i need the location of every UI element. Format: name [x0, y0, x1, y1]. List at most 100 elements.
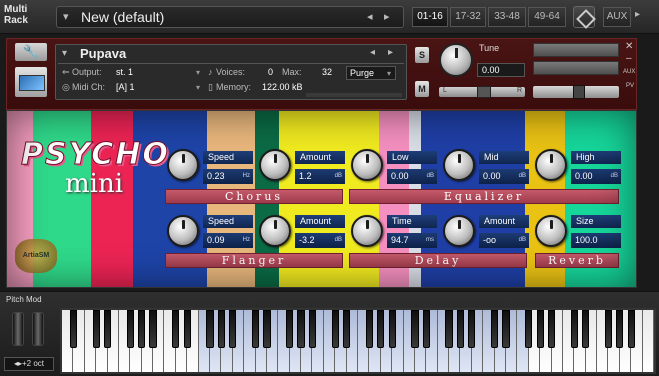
black-key[interactable] — [251, 310, 260, 348]
black-key[interactable] — [490, 310, 499, 348]
eq-high-knob[interactable] — [535, 149, 567, 181]
reverb-size-value[interactable]: 100.0 — [571, 233, 621, 248]
black-key[interactable] — [297, 310, 305, 348]
black-key[interactable] — [582, 310, 590, 348]
output-value[interactable]: st. 1 — [116, 67, 133, 77]
output-dropdown-icon[interactable]: ▾ — [196, 68, 200, 77]
delay-amount-knob[interactable] — [443, 215, 475, 247]
black-key[interactable] — [229, 310, 237, 348]
flanger-amount-value[interactable]: -3.2 dB — [295, 233, 345, 248]
black-key[interactable] — [342, 310, 351, 348]
flanger-speed-value[interactable]: 0.09 Hz — [203, 233, 253, 248]
aux-mini-button[interactable]: AUX — [623, 69, 635, 75]
black-key[interactable] — [502, 310, 510, 348]
psycho-mini-panel: PSYCHO mini ArtiaSM Speed 0.23 Hz Amount … — [6, 110, 637, 288]
black-key[interactable] — [183, 310, 191, 348]
black-key[interactable] — [69, 310, 78, 348]
black-key[interactable] — [206, 310, 214, 348]
chorus-amount-knob[interactable] — [259, 149, 291, 181]
rack-preset-selector[interactable]: ▾ New (default) ◂ ▸ — [56, 6, 404, 28]
chorus-speed-knob[interactable] — [167, 149, 199, 181]
white-key[interactable] — [642, 310, 654, 372]
black-key[interactable] — [456, 310, 465, 348]
black-key[interactable] — [627, 310, 635, 348]
snapshot-icon[interactable] — [573, 6, 595, 28]
black-key[interactable] — [365, 310, 374, 348]
minimize-icon[interactable]: – — [626, 53, 632, 64]
flanger-speed-knob[interactable] — [167, 215, 199, 247]
preset-prev-icon[interactable]: ◂ — [367, 10, 373, 23]
black-key[interactable] — [172, 310, 180, 348]
multi-rack-label: Multi Rack — [4, 4, 48, 26]
mod-wheel[interactable] — [32, 312, 44, 346]
black-key[interactable] — [388, 310, 396, 348]
chorus-section-title: Chorus — [165, 189, 343, 204]
aux-arrow-icon[interactable]: ▸ — [635, 9, 640, 20]
instrument-name[interactable]: Pupava — [80, 46, 126, 61]
black-key[interactable] — [468, 310, 476, 348]
page-tab-49-64[interactable]: 49-64 — [528, 7, 566, 27]
preset-next-icon[interactable]: ▸ — [384, 10, 390, 23]
aux-button[interactable]: AUX — [603, 7, 631, 27]
black-key[interactable] — [604, 310, 613, 348]
black-key[interactable] — [536, 310, 544, 348]
black-key[interactable] — [616, 310, 624, 348]
eq-mid-value[interactable]: 0.00 dB — [479, 169, 529, 184]
eq-low-value[interactable]: 0.00 dB — [387, 169, 437, 184]
chorus-amount-label: Amount — [295, 151, 345, 164]
delay-time-value[interactable]: 94.7 ms — [387, 233, 437, 248]
page-tab-33-48[interactable]: 33-48 — [488, 7, 526, 27]
black-key[interactable] — [217, 310, 226, 348]
black-key[interactable] — [445, 310, 453, 348]
black-key[interactable] — [308, 310, 317, 348]
max-voices-value[interactable]: 32 — [322, 67, 332, 77]
black-key[interactable] — [103, 310, 112, 348]
black-key[interactable] — [263, 310, 271, 348]
purge-dropdown[interactable]: Purge ▾ — [346, 66, 396, 80]
delay-amount-value[interactable]: -oo dB — [479, 233, 529, 248]
reverb-size-knob[interactable] — [535, 215, 567, 247]
close-icon[interactable]: ✕ — [625, 41, 633, 52]
black-key[interactable] — [126, 310, 134, 348]
instrument-menu-arrow-icon[interactable]: ▾ — [62, 48, 67, 59]
black-key[interactable] — [92, 310, 100, 348]
volume-slider-handle[interactable] — [573, 85, 585, 99]
solo-button[interactable]: S — [415, 47, 429, 63]
page-tab-17-32[interactable]: 17-32 — [450, 7, 486, 27]
black-key[interactable] — [411, 310, 419, 348]
eq-low-knob[interactable] — [351, 149, 383, 181]
octave-shift-control[interactable]: ◂▸+2 oct — [4, 357, 54, 371]
instrument-next-icon[interactable]: ▸ — [388, 47, 393, 58]
delay-time-number: 94.7 — [391, 235, 409, 245]
instrument-prev-icon[interactable]: ◂ — [370, 47, 375, 58]
pv-mini-button[interactable]: PV — [626, 83, 634, 89]
tune-value[interactable]: 0.00 — [477, 63, 525, 77]
wrench-icon[interactable]: 🔧 — [15, 43, 47, 61]
pan-slider-handle[interactable] — [477, 86, 491, 98]
instrument-thumbnail[interactable] — [15, 67, 47, 97]
preset-menu-arrow-icon[interactable]: ▾ — [63, 10, 69, 23]
flanger-amount-knob[interactable] — [259, 215, 291, 247]
black-key[interactable] — [286, 310, 294, 348]
black-key[interactable] — [377, 310, 385, 348]
black-key[interactable] — [547, 310, 556, 348]
tune-knob[interactable] — [439, 43, 473, 77]
page-tab-01-16[interactable]: 01-16 — [412, 7, 448, 27]
chorus-amount-value[interactable]: 1.2 dB — [295, 169, 345, 184]
pitch-wheel[interactable] — [12, 312, 24, 346]
black-key[interactable] — [570, 310, 578, 348]
eq-high-value[interactable]: 0.00 dB — [571, 169, 621, 184]
black-key[interactable] — [422, 310, 430, 348]
delay-time-knob[interactable] — [351, 215, 383, 247]
eq-mid-knob[interactable] — [443, 149, 475, 181]
black-key[interactable] — [149, 310, 157, 348]
delay-amount-label: Amount — [479, 215, 529, 228]
midi-dropdown-icon[interactable]: ▾ — [196, 83, 200, 92]
piano-keyboard[interactable] — [60, 308, 656, 374]
black-key[interactable] — [138, 310, 146, 348]
black-key[interactable] — [331, 310, 339, 348]
black-key[interactable] — [525, 310, 533, 348]
midi-channel-value[interactable]: [A] 1 — [116, 82, 135, 92]
mute-button[interactable]: M — [415, 81, 429, 97]
chorus-speed-value[interactable]: 0.23 Hz — [203, 169, 253, 184]
